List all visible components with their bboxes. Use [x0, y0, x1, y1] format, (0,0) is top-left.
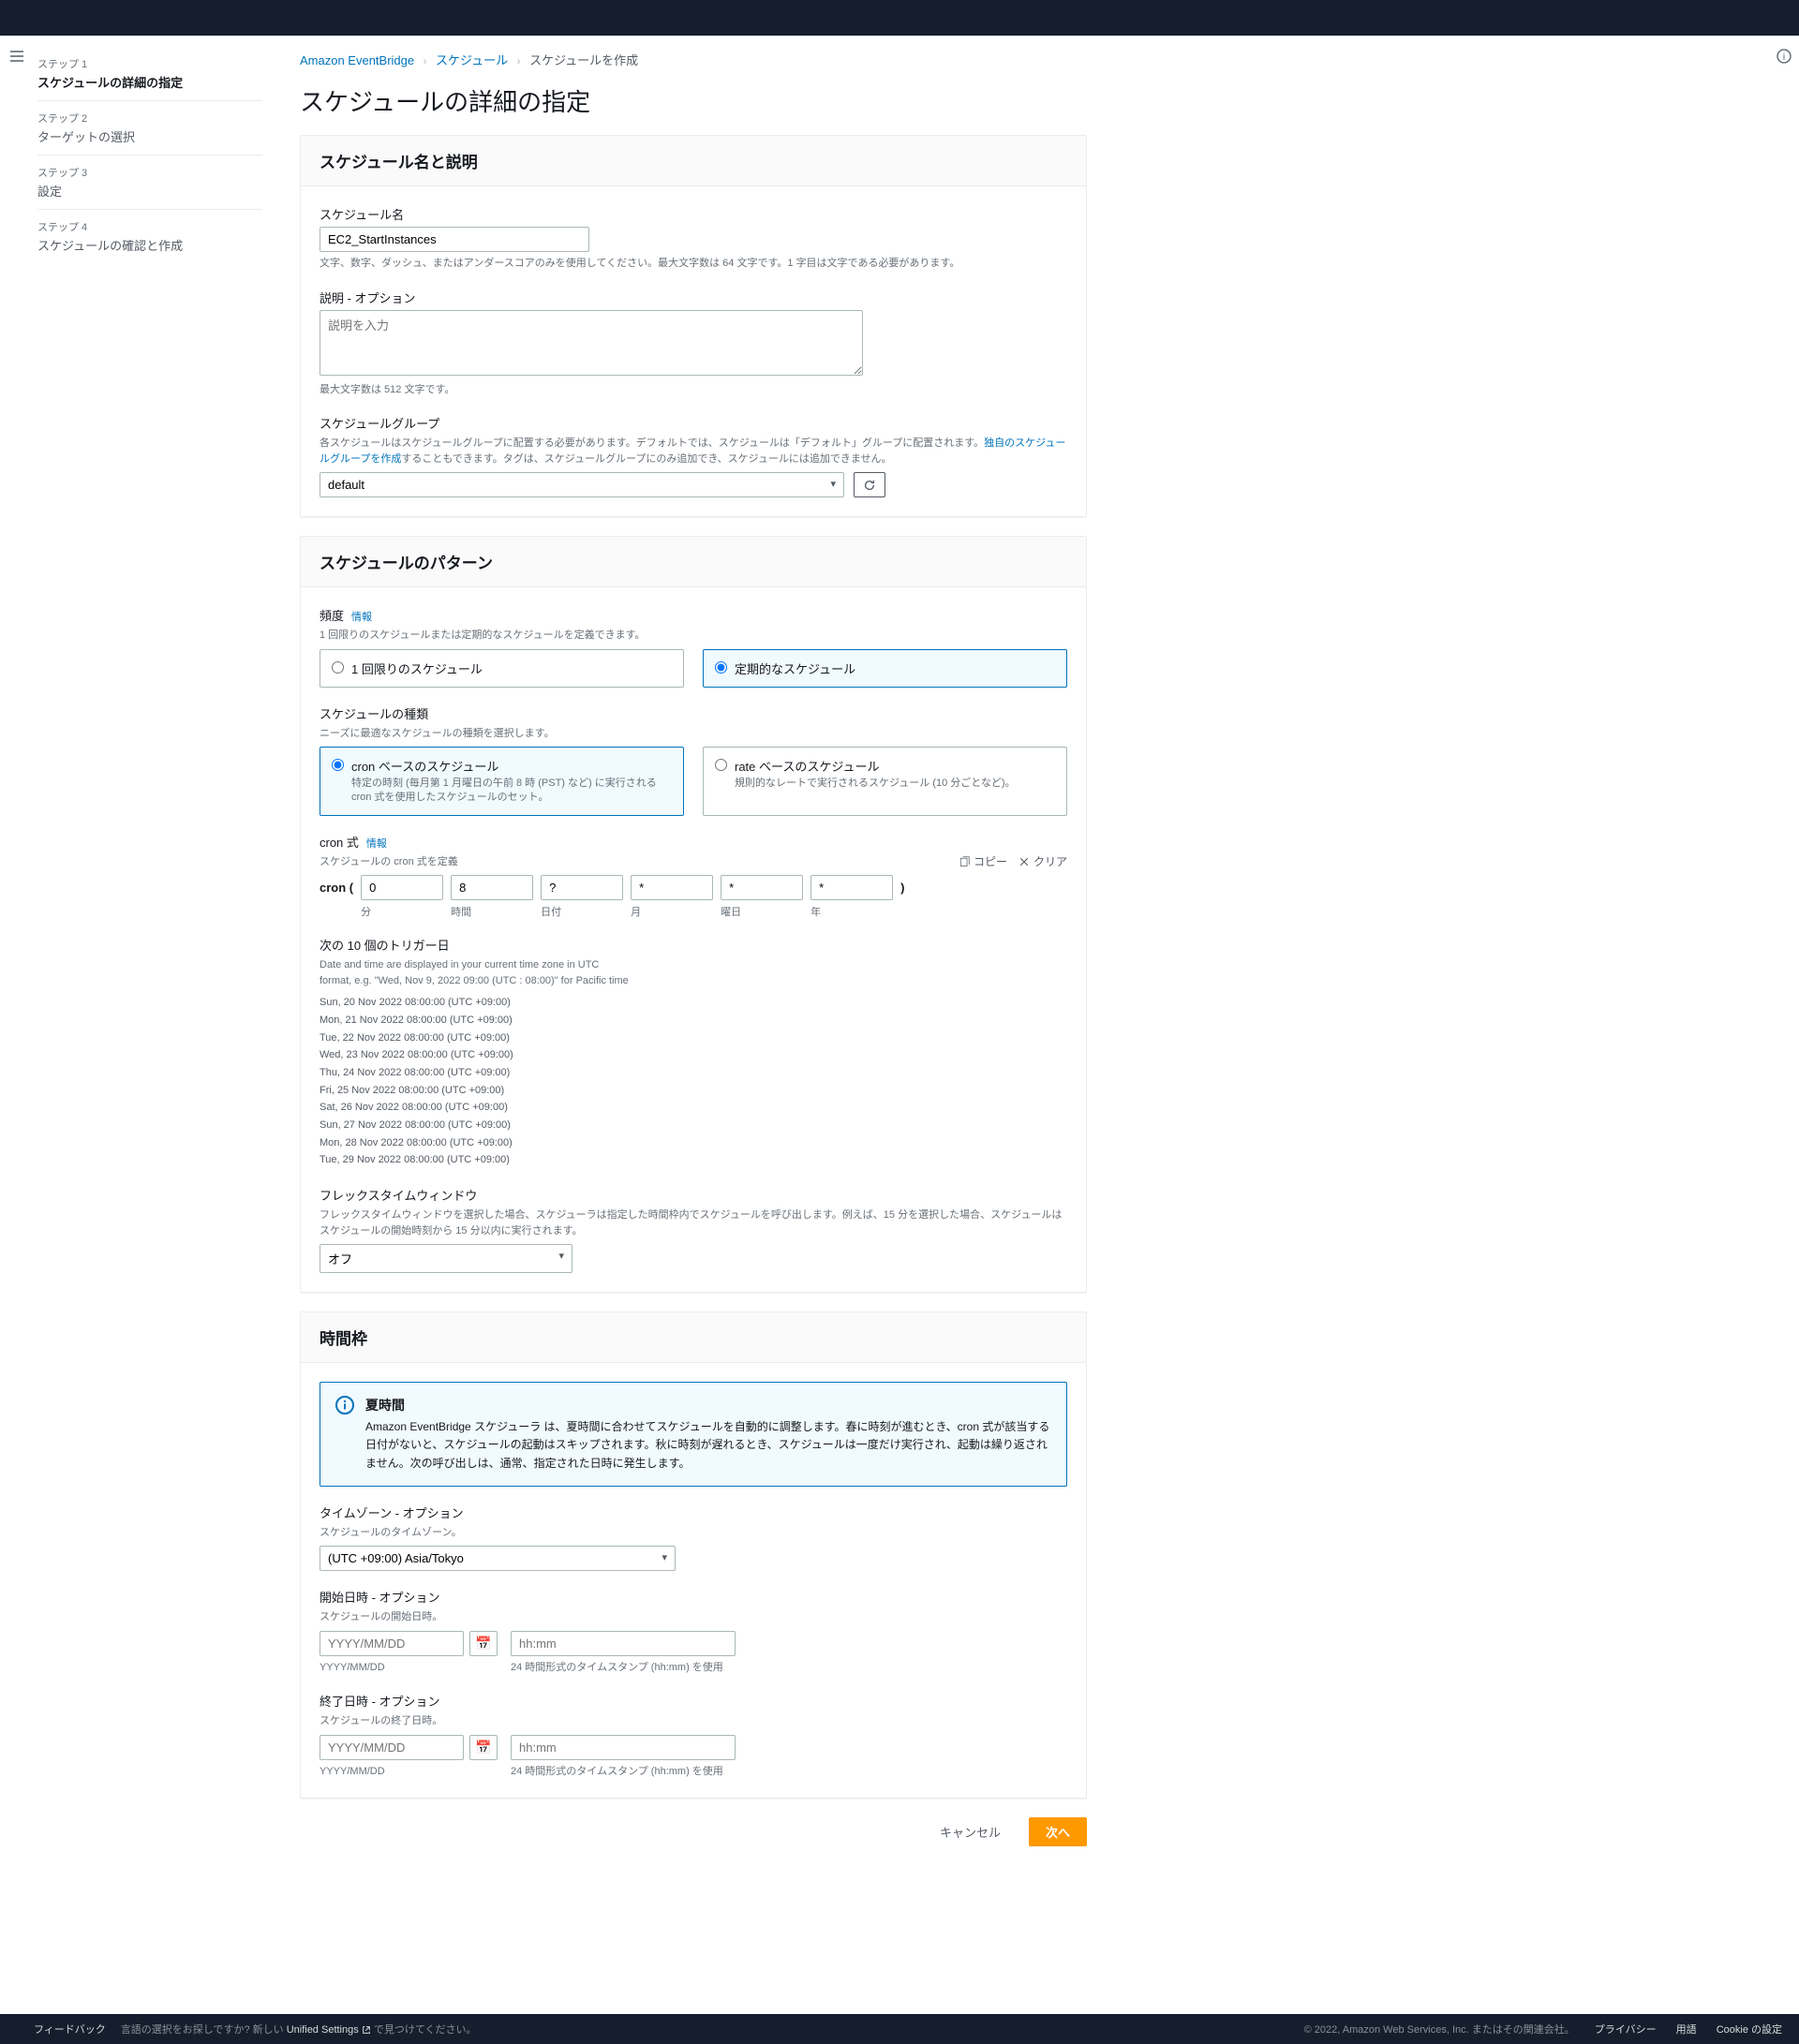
schedule-type-label: スケジュールの種類 [320, 704, 1067, 722]
frequency-label: 頻度情報 [320, 606, 1067, 624]
start-time-input[interactable] [511, 1631, 736, 1656]
type-rate-radio[interactable] [715, 759, 727, 771]
aws-topbar [0, 0, 1799, 36]
cron-dayofmonth-input[interactable] [541, 875, 623, 900]
step-2[interactable]: ステップ 2 ターゲットの選択 [37, 101, 262, 156]
external-link-icon [362, 2025, 371, 2035]
cancel-button[interactable]: キャンセル [923, 1817, 1018, 1846]
step-4[interactable]: ステップ 4 スケジュールの確認と作成 [37, 210, 262, 263]
refresh-groups-button[interactable] [854, 472, 885, 497]
description-input[interactable] [320, 310, 863, 376]
schedule-group-hint: 各スケジュールはスケジュールグループに配置する必要があります。デフォルトでは、ス… [320, 436, 1067, 467]
panel-time-title: 時間枠 [301, 1312, 1086, 1363]
panel-name-description: スケジュール名と説明 スケジュール名 文字、数字、ダッシュ、またはアンダースコア… [300, 135, 1087, 517]
type-rate-tile[interactable]: rate ベースのスケジュール 規則的なレートで実行されるスケジュール (10 … [703, 747, 1067, 816]
trigger-date-item: Sun, 20 Nov 2022 08:00:00 (UTC +09:00) [320, 994, 1067, 1012]
refresh-icon [863, 479, 876, 492]
end-date-input[interactable] [320, 1735, 464, 1760]
trigger-date-item: Sun, 27 Nov 2022 08:00:00 (UTC +09:00) [320, 1117, 1067, 1134]
schedule-group-select[interactable]: default [320, 472, 844, 497]
feedback-link[interactable]: フィードバック [34, 2022, 106, 2037]
step-3[interactable]: ステップ 3 設定 [37, 156, 262, 210]
flex-window-label: フレックスタイムウィンドウ [320, 1186, 1067, 1204]
timezone-select[interactable]: (UTC +09:00) Asia/Tokyo [320, 1546, 676, 1571]
hamburger-icon[interactable] [6, 45, 28, 70]
trigger-date-item: Mon, 28 Nov 2022 08:00:00 (UTC +09:00) [320, 1134, 1067, 1152]
type-cron-tile[interactable]: cron ベースのスケジュール 特定の時刻 (毎月第 1 月曜日の午前 8 時 … [320, 747, 684, 816]
flex-window-select[interactable]: オフ [320, 1244, 572, 1273]
start-date-input[interactable] [320, 1631, 464, 1656]
panel-name-title: スケジュール名と説明 [301, 136, 1086, 186]
svg-text:i: i [1783, 52, 1785, 63]
schedule-name-label: スケジュール名 [320, 205, 1067, 223]
end-date-calendar-button[interactable]: 📅 [469, 1735, 498, 1760]
footer: フィードバック 言語の選択をお探しですか? 新しい Unified Settin… [0, 2014, 1799, 2044]
cron-copy-button[interactable]: コピー [959, 853, 1007, 869]
panel-pattern-title: スケジュールのパターン [301, 537, 1086, 587]
dst-info-alert: 夏時間 Amazon EventBridge スケジューラ は、夏時間に合わせて… [320, 1382, 1067, 1487]
step-1: ステップ 1 スケジュールの詳細の指定 [37, 47, 262, 101]
trigger-date-item: Sat, 26 Nov 2022 08:00:00 (UTC +09:00) [320, 1099, 1067, 1117]
trigger-date-item: Thu, 24 Nov 2022 08:00:00 (UTC +09:00) [320, 1064, 1067, 1082]
terms-link[interactable]: 用語 [1676, 2024, 1697, 2036]
page-title: スケジュールの詳細の指定 [300, 83, 1087, 118]
unified-settings-link[interactable]: Unified Settings [287, 2024, 371, 2036]
privacy-link[interactable]: プライバシー [1595, 2024, 1657, 2036]
next-triggers-label: 次の 10 個のトリガー日 [320, 936, 1067, 954]
cron-hour-input[interactable] [451, 875, 533, 900]
cron-clear-button[interactable]: クリア [1018, 853, 1067, 869]
cron-minute-input[interactable] [361, 875, 443, 900]
copy-icon [959, 856, 970, 867]
description-label: 説明 - オプション [320, 289, 1067, 306]
schedule-name-hint: 文字、数字、ダッシュ、またはアンダースコアのみを使用してください。最大文字数は … [320, 256, 1067, 272]
calendar-icon: 📅 [475, 1740, 491, 1755]
frequency-once-tile[interactable]: 1 回限りのスケジュール [320, 649, 684, 688]
start-date-calendar-button[interactable]: 📅 [469, 1631, 498, 1656]
trigger-date-item: Tue, 22 Nov 2022 08:00:00 (UTC +09:00) [320, 1029, 1067, 1047]
cookie-settings-link[interactable]: Cookie の設定 [1717, 2024, 1782, 2036]
schedule-name-input[interactable] [320, 227, 589, 252]
footer-lang-text: 言語の選択をお探しですか? 新しい Unified Settings で見つけて… [121, 2022, 477, 2037]
copyright-text: © 2022, Amazon Web Services, Inc. またはその関… [1304, 2024, 1575, 2036]
panel-time-frame: 時間枠 夏時間 Amazon EventBridge スケジューラ は、夏時間に… [300, 1311, 1087, 1799]
trigger-dates-list: Sun, 20 Nov 2022 08:00:00 (UTC +09:00)Mo… [320, 994, 1067, 1169]
type-cron-radio[interactable] [332, 759, 344, 771]
cron-info-link[interactable]: 情報 [366, 838, 387, 850]
frequency-recurring-tile[interactable]: 定期的なスケジュール [703, 649, 1067, 688]
end-time-input[interactable] [511, 1735, 736, 1760]
cron-dayofweek-input[interactable] [721, 875, 803, 900]
schedule-group-label: スケジュールグループ [320, 414, 1067, 432]
trigger-date-item: Mon, 21 Nov 2022 08:00:00 (UTC +09:00) [320, 1012, 1067, 1029]
trigger-date-item: Tue, 29 Nov 2022 08:00:00 (UTC +09:00) [320, 1151, 1067, 1169]
help-panel-icon[interactable]: i [1773, 45, 1795, 70]
cron-year-input[interactable] [810, 875, 893, 900]
wizard-steps: ステップ 1 スケジュールの詳細の指定 ステップ 2 ターゲットの選択 ステップ… [37, 43, 300, 1912]
next-button[interactable]: 次へ [1029, 1817, 1087, 1846]
end-datetime-label: 終了日時 - オプション [320, 1692, 1067, 1710]
start-datetime-label: 開始日時 - オプション [320, 1588, 1067, 1606]
description-hint: 最大文字数は 512 文字です。 [320, 382, 1067, 398]
frequency-recurring-radio[interactable] [715, 661, 727, 674]
info-icon [335, 1396, 354, 1473]
trigger-date-item: Fri, 25 Nov 2022 08:00:00 (UTC +09:00) [320, 1082, 1067, 1100]
panel-schedule-pattern: スケジュールのパターン 頻度情報 1 回限りのスケジュールまたは定期的なスケジュ… [300, 536, 1087, 1293]
timezone-label: タイムゾーン - オプション [320, 1503, 1067, 1521]
breadcrumb: Amazon EventBridge › スケジュール › スケジュールを作成 [300, 43, 1087, 83]
breadcrumb-current: スケジュールを作成 [529, 53, 638, 67]
cron-expression-label: cron 式情報 [320, 833, 458, 851]
close-icon [1018, 856, 1030, 867]
trigger-date-item: Wed, 23 Nov 2022 08:00:00 (UTC +09:00) [320, 1046, 1067, 1064]
cron-month-input[interactable] [631, 875, 713, 900]
breadcrumb-section[interactable]: スケジュール [436, 53, 508, 67]
frequency-info-link[interactable]: 情報 [351, 612, 372, 623]
breadcrumb-service[interactable]: Amazon EventBridge [300, 53, 414, 67]
calendar-icon: 📅 [475, 1636, 491, 1651]
frequency-once-radio[interactable] [332, 661, 344, 674]
